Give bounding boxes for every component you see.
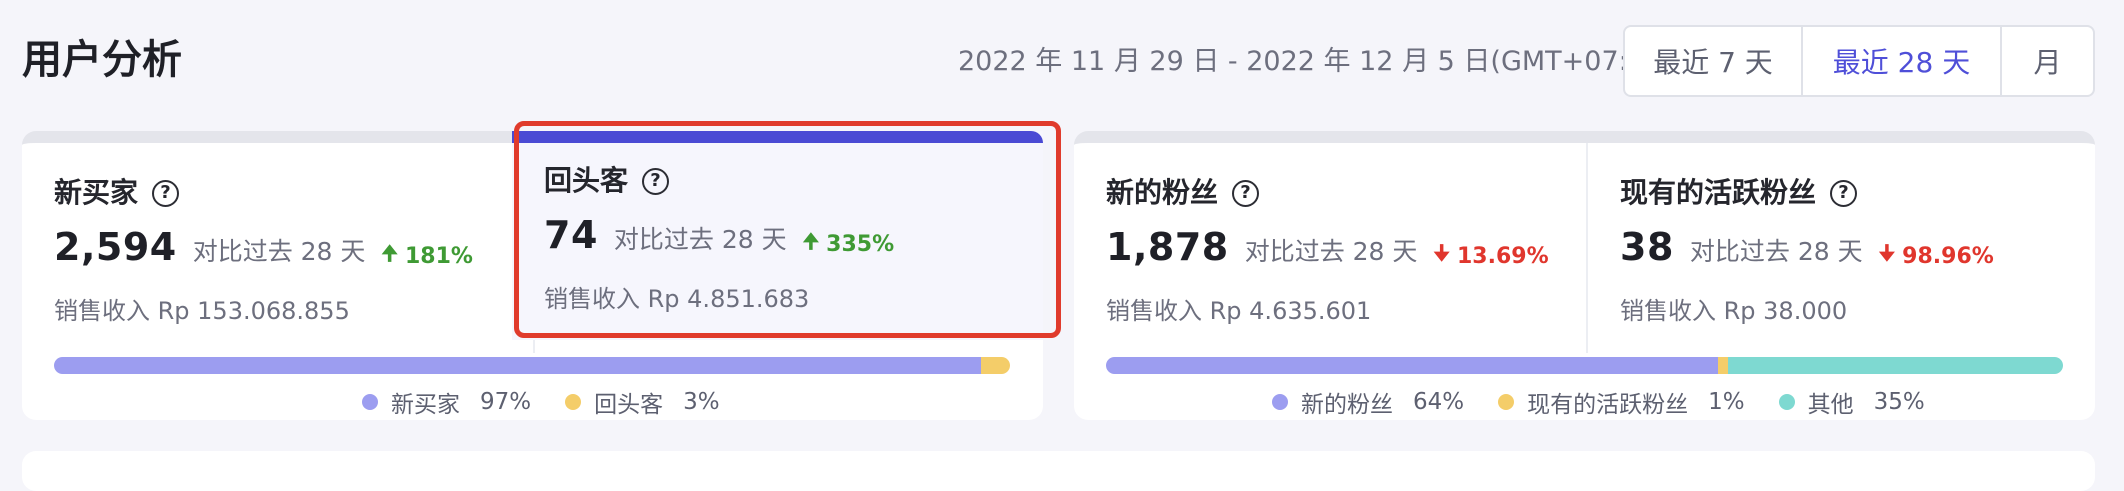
new-followers-change-value: 13.69% [1456,243,1549,269]
arrow-down-icon: 🠋 [1433,241,1450,265]
repeat-buyers-metric[interactable]: 回头客 ? 74 对比过去 28 天 🠉 335% 销售收入 Rp 4.851.… [512,131,1043,340]
repeat-buyers-label: 回头客 ? [544,163,670,199]
legend-dot [1778,394,1795,410]
legend-label: 回头客 [594,392,664,418]
followers-bar-other [1728,357,2063,374]
followers-bar-new [1106,357,1719,374]
range-7-days-button[interactable]: 最近 7 天 [1625,27,1803,95]
repeat-buyers-value: 74 [544,213,598,257]
active-followers-revenue: 销售收入 Rp 38.000 [1620,297,1848,325]
followers-bar-active [1718,357,1729,374]
arrow-up-icon: 🠉 [802,229,820,253]
legend-percent: 3% [683,389,720,415]
legend-dot [1498,394,1515,410]
new-buyers-revenue: 销售收入 Rp 153.068.855 [54,297,350,325]
active-followers-label: 现有的活跃粉丝 ? [1620,175,1858,211]
legend-percent: 1% [1708,389,1745,415]
new-followers-compare: 对比过去 28 天 [1244,237,1418,266]
help-icon[interactable]: ? [642,167,670,195]
legend-percent: 35% [1873,389,1925,415]
new-buyers-label: 新买家 ? [54,175,180,211]
legend-item: 新的粉丝 64% [1272,385,1464,419]
help-icon[interactable]: ? [152,179,180,207]
new-followers-title: 新的粉丝 [1106,176,1219,209]
range-28-days-button[interactable]: 最近 28 天 [1803,27,2002,95]
new-buyers-title: 新买家 [54,176,139,209]
active-followers-main: 38 对比过去 28 天 🠋 98.96% [1620,225,1994,273]
active-followers-change: 🠋 98.96% [1879,239,1994,273]
legend-item: 新买家 97% [362,385,531,419]
followers-card: 新的粉丝 ? 1,878 对比过去 28 天 🠋 13.69% 销售收入 Rp … [1074,131,2095,420]
legend-dot [565,394,582,410]
legend-percent: 97% [480,389,532,415]
repeat-buyers-revenue: 销售收入 Rp 4.851.683 [544,285,810,313]
legend-dot [1272,394,1288,410]
new-buyers-change: 🠉 181% [381,239,473,273]
repeat-buyers-compare: 对比过去 28 天 [613,225,787,254]
new-buyers-metric[interactable]: 新买家 ? 2,594 对比过去 28 天 🠉 181% 销售收入 Rp 153… [22,143,533,325]
legend-item: 现有的活跃粉丝 1% [1498,385,1745,419]
new-followers-label: 新的粉丝 ? [1106,175,1260,211]
legend-dot [362,394,378,410]
new-followers-change: 🠋 13.69% [1433,239,1548,273]
repeat-buyers-title: 回头客 [544,164,629,197]
buyers-bar-new [54,357,982,374]
active-followers-compare: 对比过去 28 天 [1689,237,1863,266]
repeat-buyers-change-value: 335% [826,231,895,257]
legend-label: 新的粉丝 [1301,392,1393,418]
buyers-bar-repeat [981,357,1010,374]
new-buyers-main: 2,594 对比过去 28 天 🠉 181% [54,225,473,273]
buyers-legend: 新买家 97% 回头客 3% [362,385,720,419]
legend-label: 新买家 [391,392,460,418]
date-range-switch: 最近 7 天 最近 28 天 月 [1623,25,2095,97]
selected-indicator [512,131,1043,143]
legend-label: 现有的活跃粉丝 [1527,392,1689,418]
followers-distribution-bar [1106,357,2063,374]
legend-label: 其他 [1807,392,1854,418]
new-followers-value: 1,878 [1106,225,1229,269]
arrow-up-icon: 🠉 [381,241,398,265]
page-title: 用户分析 [22,37,182,83]
help-icon[interactable]: ? [1830,179,1858,207]
new-buyers-value: 2,594 [54,225,177,269]
next-section-card [22,451,2095,491]
legend-item: 回头客 3% [565,385,720,419]
legend-item: 其他 35% [1778,385,1925,419]
new-buyers-compare: 对比过去 28 天 [192,237,366,266]
help-icon[interactable]: ? [1232,179,1260,207]
new-followers-main: 1,878 对比过去 28 天 🠋 13.69% [1106,225,1549,273]
active-followers-change-value: 98.96% [1902,243,1994,269]
range-month-button[interactable]: 月 [2002,27,2093,95]
repeat-buyers-change: 🠉 335% [803,227,895,261]
repeat-buyers-main: 74 对比过去 28 天 🠉 335% [544,213,894,261]
followers-legend: 新的粉丝 64% 现有的活跃粉丝 1% 其他 35% [1272,385,1925,419]
new-buyers-change-value: 181% [404,243,473,269]
new-followers-revenue: 销售收入 Rp 4.635.601 [1106,297,1372,325]
arrow-down-icon: 🠋 [1878,241,1896,265]
new-followers-metric[interactable]: 新的粉丝 ? 1,878 对比过去 28 天 🠋 13.69% 销售收入 Rp … [1074,143,1586,325]
legend-percent: 64% [1413,389,1465,415]
buyers-distribution-bar [54,357,1010,374]
date-range-label: 2022 年 11 月 29 日 - 2022 年 12 月 5 日(GMT+0… [958,46,1673,77]
active-followers-title: 现有的活跃粉丝 [1620,176,1817,209]
active-followers-value: 38 [1620,225,1674,269]
active-followers-metric[interactable]: 现有的活跃粉丝 ? 38 对比过去 28 天 🠋 98.96% 销售收入 Rp … [1588,143,2095,325]
